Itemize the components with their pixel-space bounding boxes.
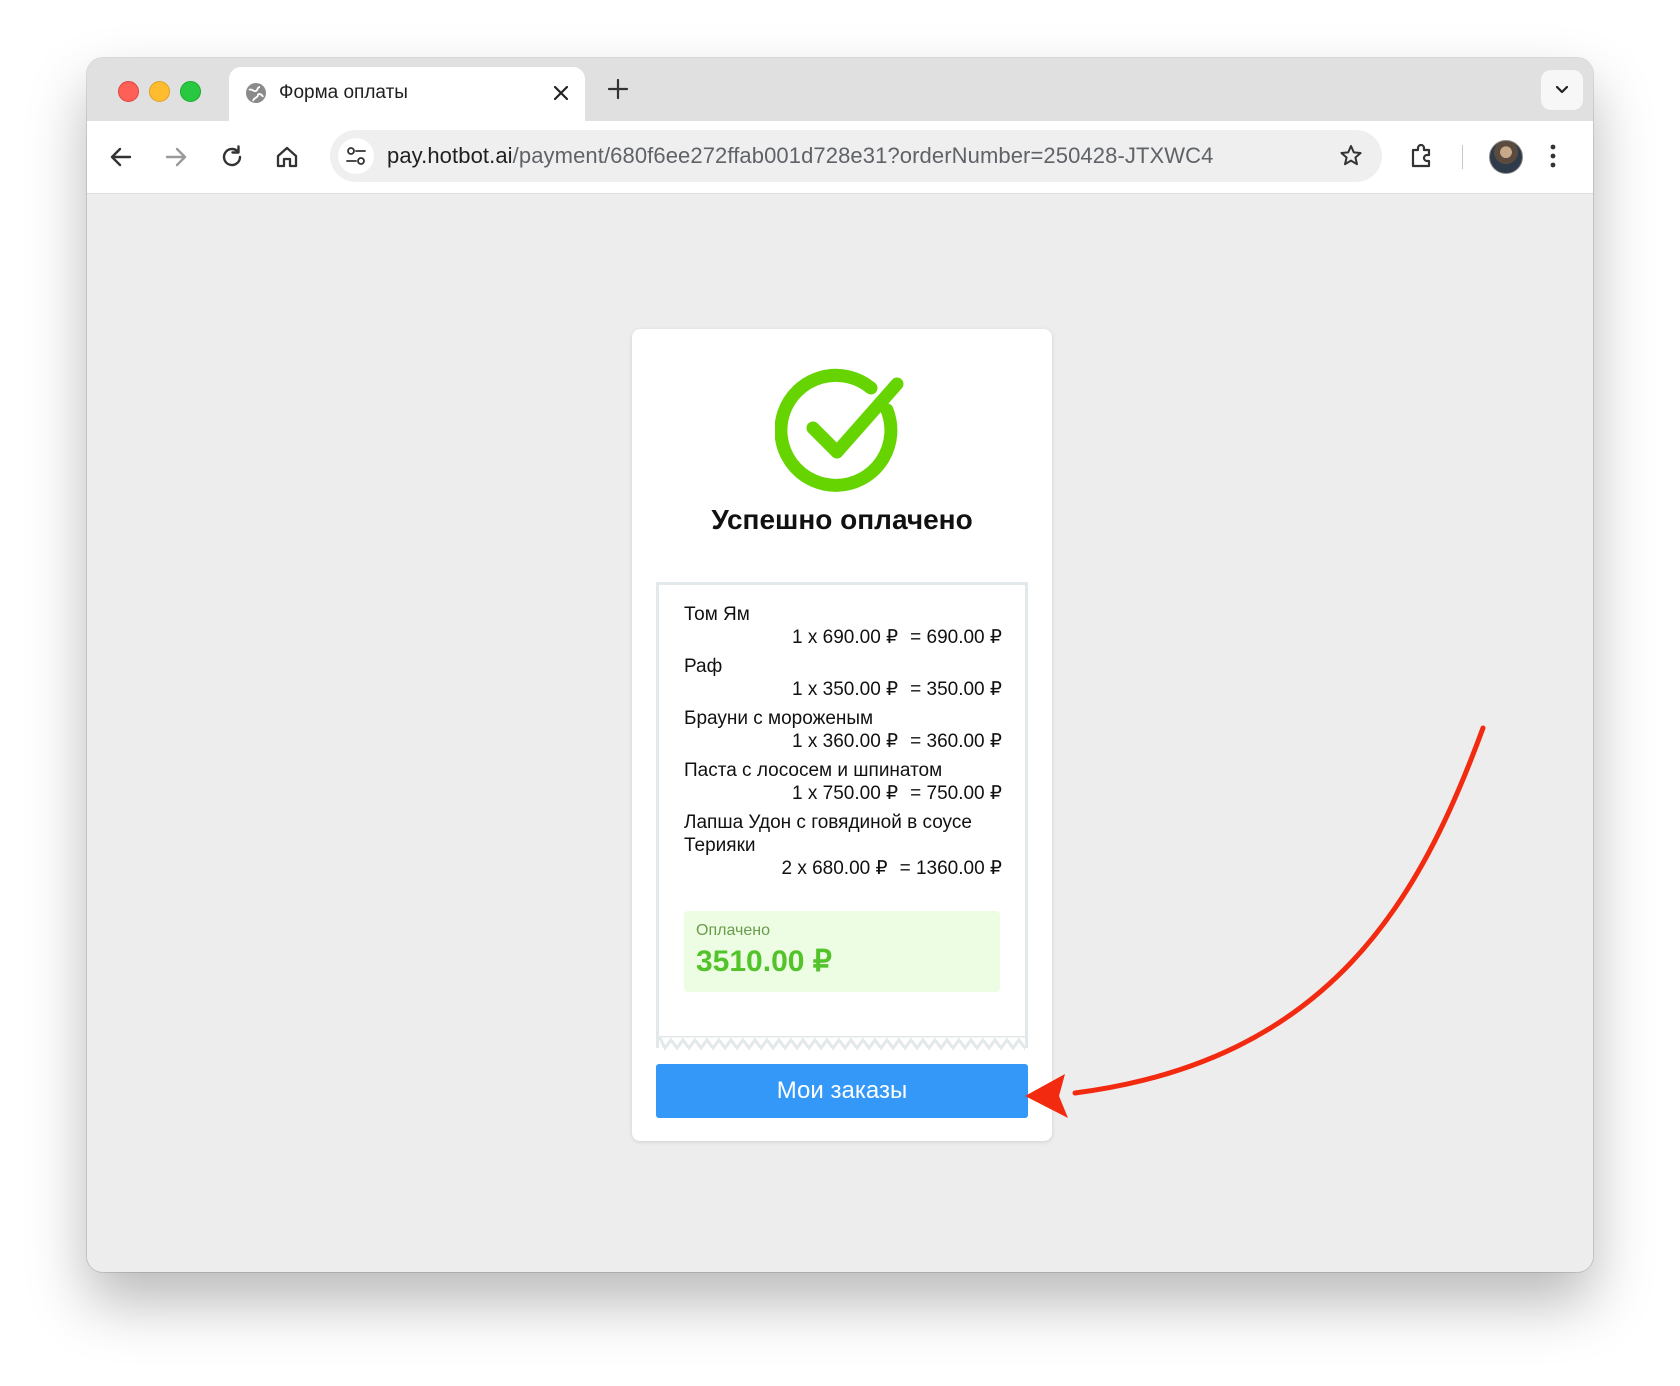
annotation-arrow [1025,725,1486,1118]
